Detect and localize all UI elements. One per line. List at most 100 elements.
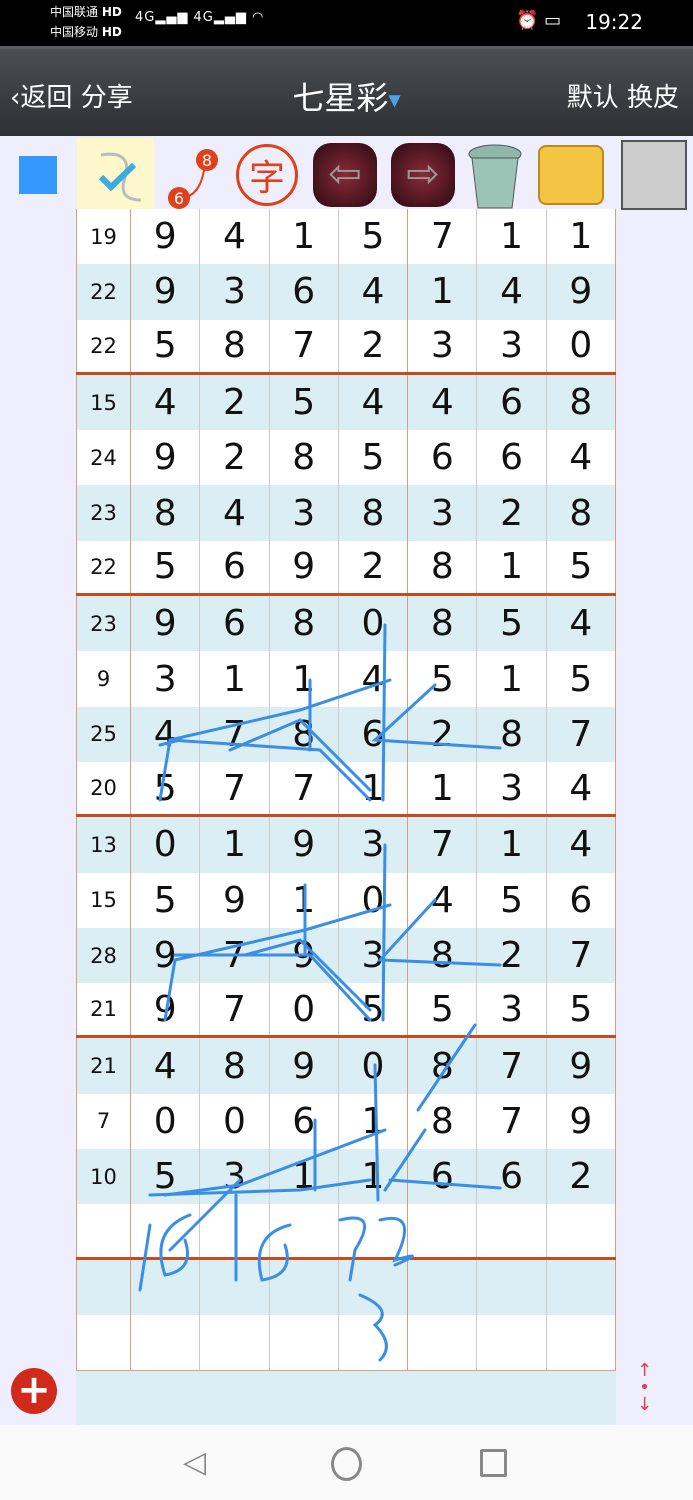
- digit-cell[interactable]: 5: [339, 209, 409, 265]
- digit-cell[interactable]: 0: [131, 817, 201, 873]
- digit-cell[interactable]: 5: [477, 596, 547, 652]
- digit-cell[interactable]: 4: [547, 817, 616, 873]
- digit-cell[interactable]: 7: [200, 706, 270, 762]
- color-swatch-icon[interactable]: [5, 138, 71, 212]
- digit-cell[interactable]: 8: [547, 374, 616, 431]
- undo-arrow-icon[interactable]: ⇦: [312, 138, 378, 212]
- digit-cell[interactable]: [270, 1314, 339, 1371]
- digit-cell[interactable]: 1: [270, 209, 339, 265]
- digit-cell[interactable]: 9: [547, 1093, 616, 1150]
- digit-cell[interactable]: 0: [200, 1093, 270, 1150]
- digit-cell[interactable]: 8: [270, 706, 339, 762]
- digit-cell[interactable]: 2: [339, 540, 409, 594]
- digit-cell[interactable]: 5: [477, 872, 547, 928]
- digit-cell[interactable]: 9: [200, 872, 270, 928]
- digit-cell[interactable]: 9: [270, 817, 339, 873]
- digit-cell[interactable]: [270, 1204, 339, 1257]
- digit-cell[interactable]: 1: [270, 872, 339, 928]
- digit-cell[interactable]: [339, 1204, 409, 1257]
- digit-cell[interactable]: 4: [408, 374, 478, 431]
- digit-cell[interactable]: 4: [408, 872, 478, 928]
- digit-cell[interactable]: 4: [477, 264, 547, 320]
- digit-cell[interactable]: 8: [131, 485, 201, 541]
- digit-cell[interactable]: 5: [547, 651, 616, 707]
- digit-cell[interactable]: 4: [131, 374, 201, 431]
- digit-cell[interactable]: 3: [408, 485, 478, 541]
- digit-cell[interactable]: 0: [339, 596, 409, 652]
- digit-cell[interactable]: 4: [200, 209, 270, 265]
- digit-cell[interactable]: [408, 1204, 478, 1257]
- digit-cell[interactable]: 8: [200, 1038, 270, 1094]
- digit-cell[interactable]: [547, 1314, 616, 1371]
- digit-cell[interactable]: 8: [408, 927, 478, 984]
- digit-cell[interactable]: [477, 1204, 547, 1257]
- digit-cell[interactable]: 9: [131, 983, 201, 1036]
- add-row-button[interactable]: +: [11, 1368, 57, 1414]
- digit-cell[interactable]: [131, 1314, 201, 1371]
- number-link-icon[interactable]: 86: [157, 138, 223, 212]
- digit-cell[interactable]: [477, 1314, 547, 1371]
- digit-cell[interactable]: 7: [477, 1038, 547, 1094]
- digit-cell[interactable]: 2: [200, 430, 270, 486]
- nav-home-icon[interactable]: [331, 1447, 362, 1481]
- digit-cell[interactable]: 8: [547, 485, 616, 541]
- digit-cell[interactable]: 3: [200, 264, 270, 320]
- digit-cell[interactable]: 5: [547, 983, 616, 1036]
- digit-cell[interactable]: 7: [408, 209, 478, 265]
- digit-cell[interactable]: 1: [200, 651, 270, 707]
- digit-cell[interactable]: [547, 1259, 616, 1315]
- digit-cell[interactable]: 1: [339, 761, 409, 815]
- digit-cell[interactable]: 2: [547, 1149, 616, 1205]
- digit-cell[interactable]: 9: [270, 1038, 339, 1094]
- digit-cell[interactable]: 6: [477, 1149, 547, 1205]
- redo-arrow-icon[interactable]: ⇨: [390, 138, 456, 212]
- save-floppy-icon[interactable]: [617, 138, 691, 212]
- digit-cell[interactable]: 6: [477, 430, 547, 486]
- nav-recents-icon[interactable]: [480, 1449, 507, 1477]
- digit-cell[interactable]: 4: [131, 706, 201, 762]
- digit-cell[interactable]: 0: [339, 1038, 409, 1094]
- digit-cell[interactable]: 5: [131, 319, 201, 372]
- digit-cell[interactable]: 5: [339, 430, 409, 486]
- digit-cell[interactable]: 9: [131, 430, 201, 486]
- digit-cell[interactable]: 5: [131, 761, 201, 815]
- digit-cell[interactable]: 7: [477, 1093, 547, 1150]
- digit-cell[interactable]: 7: [270, 761, 339, 815]
- digit-cell[interactable]: 1: [339, 1149, 409, 1205]
- digit-cell[interactable]: 4: [339, 374, 409, 431]
- digit-cell[interactable]: 9: [270, 927, 339, 984]
- digit-cell[interactable]: 1: [477, 651, 547, 707]
- digit-cell[interactable]: 6: [270, 1093, 339, 1150]
- digit-cell[interactable]: [477, 1259, 547, 1315]
- digit-cell[interactable]: 4: [200, 485, 270, 541]
- digit-cell[interactable]: 9: [547, 264, 616, 320]
- digit-cell[interactable]: 5: [131, 540, 201, 594]
- digit-cell[interactable]: 1: [547, 209, 616, 265]
- digit-cell[interactable]: 6: [547, 872, 616, 928]
- digit-cell[interactable]: [270, 1259, 339, 1315]
- digit-cell[interactable]: 3: [200, 1149, 270, 1205]
- digit-cell[interactable]: 1: [477, 540, 547, 594]
- digit-cell[interactable]: 6: [200, 540, 270, 594]
- pen-check-icon[interactable]: [77, 138, 154, 212]
- digit-cell[interactable]: 7: [408, 817, 478, 873]
- digit-cell[interactable]: 4: [547, 761, 616, 815]
- digit-cell[interactable]: [131, 1259, 201, 1315]
- trash-icon[interactable]: [462, 138, 528, 212]
- digit-cell[interactable]: [547, 1204, 616, 1257]
- digit-cell[interactable]: [408, 1259, 478, 1315]
- digit-cell[interactable]: 9: [270, 540, 339, 594]
- digit-cell[interactable]: 8: [408, 1093, 478, 1150]
- default-button[interactable]: 默认: [567, 83, 619, 113]
- digit-cell[interactable]: 5: [131, 1149, 201, 1205]
- digit-cell[interactable]: 2: [200, 374, 270, 431]
- digit-cell[interactable]: 3: [339, 927, 409, 984]
- digit-cell[interactable]: 2: [339, 319, 409, 372]
- digit-cell[interactable]: [339, 1314, 409, 1371]
- digit-cell[interactable]: 8: [408, 596, 478, 652]
- digit-cell[interactable]: 9: [131, 264, 201, 320]
- digit-cell[interactable]: 6: [270, 264, 339, 320]
- digit-cell[interactable]: 4: [339, 651, 409, 707]
- skin-button[interactable]: 换皮: [627, 83, 679, 113]
- digit-cell[interactable]: 5: [131, 872, 201, 928]
